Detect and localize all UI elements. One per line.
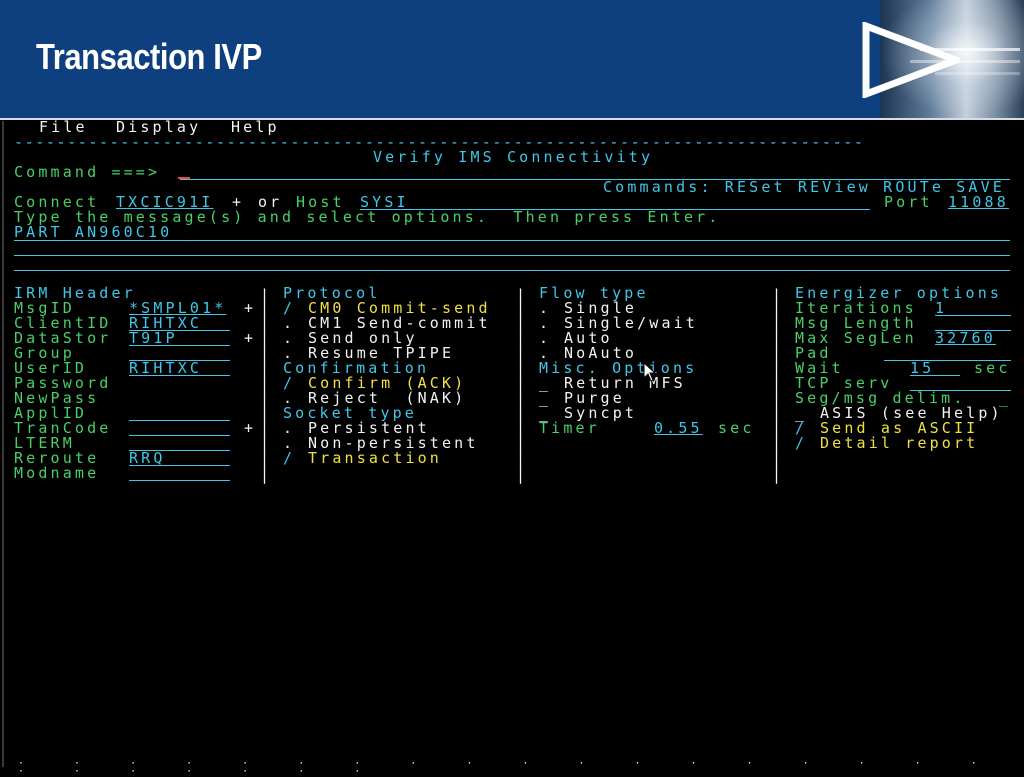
commands-hint: Commands: RESet REView ROUTe SAVE bbox=[603, 178, 1005, 196]
timer-label: Timer bbox=[539, 419, 600, 437]
msgid-prompt-plus[interactable]: + bbox=[244, 301, 256, 316]
userid-input[interactable] bbox=[129, 361, 230, 376]
message-line-3[interactable] bbox=[14, 270, 1010, 271]
reroute-input[interactable] bbox=[129, 451, 230, 466]
max-seglen-input[interactable]: 32760 bbox=[935, 331, 996, 346]
iterations-input[interactable] bbox=[935, 301, 1011, 316]
newpass-input[interactable] bbox=[129, 391, 230, 406]
trancode-prompt-plus[interactable]: + bbox=[244, 421, 256, 436]
mouse-pointer-icon bbox=[643, 362, 657, 382]
message-line-1[interactable]: PART AN960C10 bbox=[14, 225, 172, 240]
modname-input[interactable] bbox=[129, 466, 230, 481]
play-icon bbox=[862, 22, 960, 98]
modname-label: Modname bbox=[14, 464, 100, 482]
message-line-1-underline bbox=[14, 240, 1010, 241]
datastor-input[interactable] bbox=[129, 331, 230, 346]
timer-input[interactable]: 0.55 bbox=[654, 421, 703, 436]
applid-input[interactable] bbox=[129, 406, 230, 421]
text-cursor bbox=[178, 177, 190, 179]
password-input[interactable] bbox=[129, 376, 230, 391]
transaction-label: Transaction bbox=[308, 449, 442, 467]
port-input[interactable]: 11088 bbox=[948, 195, 1009, 210]
port-label: Port bbox=[884, 193, 933, 211]
panel-title: Verify IMS Connectivity bbox=[373, 148, 654, 166]
slide-title: Transaction IVP bbox=[36, 36, 262, 77]
datastor-prompt-plus[interactable]: + bbox=[244, 331, 256, 346]
detail-report-checkbox[interactable]: / bbox=[795, 436, 807, 451]
trancode-input[interactable] bbox=[129, 421, 230, 436]
slide-header: Transaction IVP bbox=[0, 0, 1024, 118]
wait-input[interactable] bbox=[910, 361, 960, 376]
command-label: Command ===> bbox=[14, 163, 161, 181]
wait-unit: sec bbox=[974, 359, 1011, 377]
bottom-dot-row: · · · · · · · · · · · · · · · · · · · · … bbox=[18, 758, 999, 777]
detail-report-label: Detail report bbox=[820, 434, 979, 452]
timer-unit: sec bbox=[718, 419, 755, 437]
message-line-2[interactable] bbox=[14, 255, 1010, 256]
transaction-select[interactable]: / bbox=[283, 451, 295, 466]
